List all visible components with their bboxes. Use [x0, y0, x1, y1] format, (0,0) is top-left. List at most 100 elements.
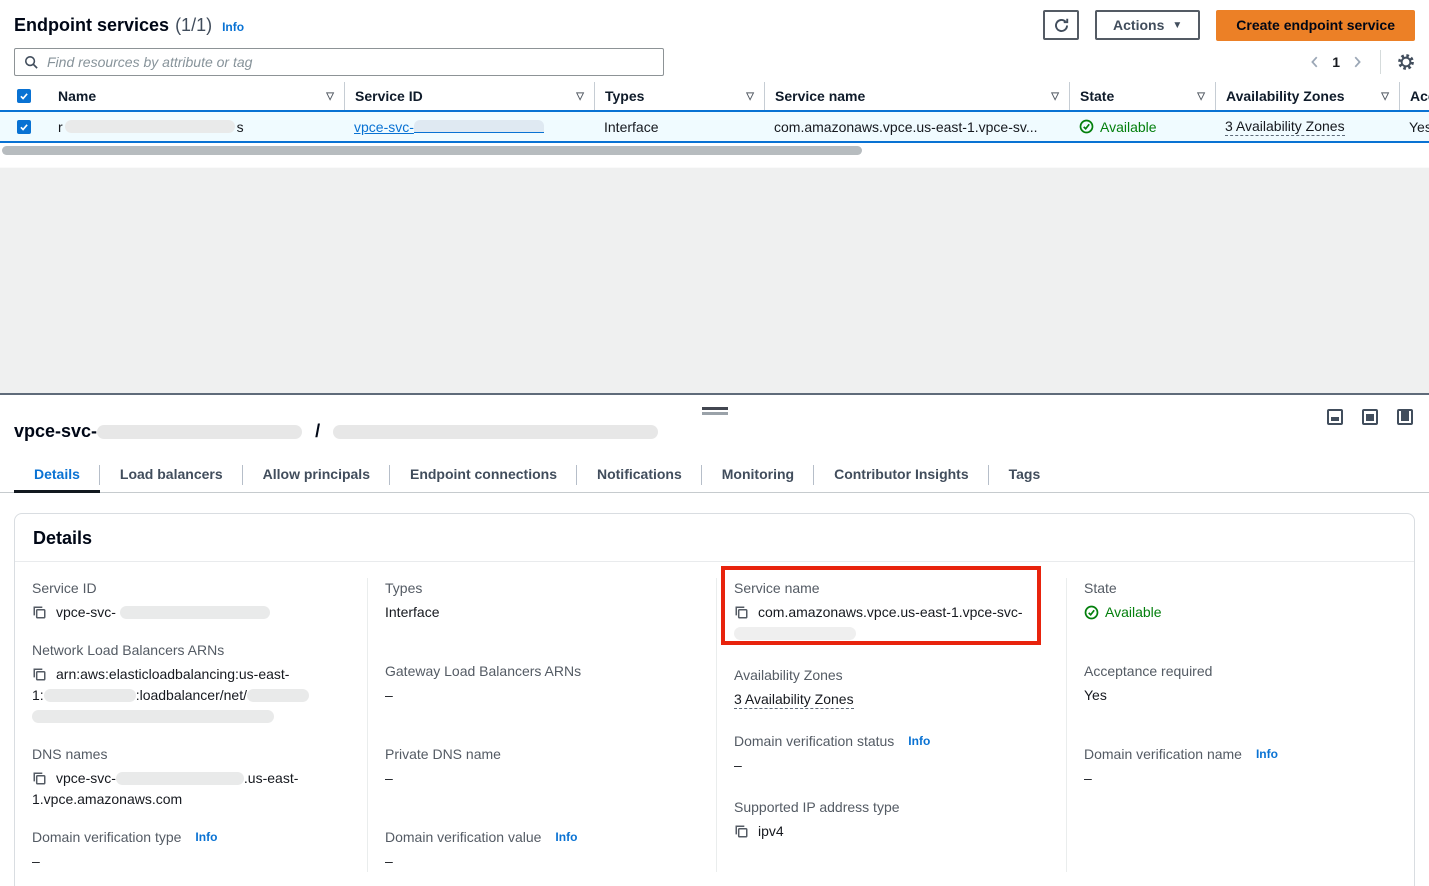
table-settings-button[interactable] [1397, 53, 1415, 71]
panel-size-controls [1327, 409, 1413, 425]
field-state: State Available [1084, 578, 1394, 623]
redacted-text [32, 710, 274, 723]
info-link[interactable]: Info [1256, 744, 1278, 765]
tab-monitoring[interactable]: Monitoring [702, 456, 814, 492]
table-row[interactable]: r s vpce-svc- Interface com.amazonaws.vp… [0, 110, 1429, 143]
copy-icon[interactable] [32, 605, 47, 620]
redacted-text [414, 120, 544, 133]
column-header-service-name[interactable]: Service name ▽ [764, 82, 1069, 110]
redacted-text [247, 689, 309, 702]
tab-notifications[interactable]: Notifications [577, 456, 702, 492]
status-available-icon [1084, 605, 1099, 620]
field-domain-verification-value: Domain verification value Info – [385, 827, 696, 872]
redacted-text [97, 425, 302, 439]
chevron-right-icon [1350, 55, 1364, 69]
tab-details[interactable]: Details [14, 456, 100, 492]
copy-icon[interactable] [32, 771, 47, 786]
tab-tags[interactable]: Tags [989, 456, 1061, 492]
column-header-acceptance-required[interactable]: Acceptance required [1399, 82, 1429, 110]
copy-icon[interactable] [734, 605, 749, 620]
service-id-link[interactable]: vpce-svc- [354, 119, 544, 135]
panel-medium-icon [1366, 414, 1374, 421]
cell-state: Available [1069, 119, 1215, 135]
panel-title-prefix: vpce-svc- [14, 421, 97, 441]
split-panel: vpce-svc- / Details Load balancers Allow… [0, 393, 1429, 886]
availability-zones-popover-trigger[interactable]: 3 Availability Zones [734, 691, 854, 709]
pagination-divider [1380, 50, 1381, 74]
filter-icon[interactable]: ▽ [746, 91, 754, 102]
table-header: Name ▽ Service ID ▽ Types ▽ Service name… [0, 82, 1429, 110]
tab-contributor-insights[interactable]: Contributor Insights [814, 456, 989, 492]
cell-name: r s [48, 119, 344, 135]
details-column-2: Types Interface Gateway Load Balancers A… [368, 578, 717, 872]
copy-icon[interactable] [734, 824, 749, 839]
panel-small-icon [1331, 417, 1339, 421]
content-background [0, 159, 1429, 393]
info-link[interactable]: Info [908, 731, 930, 752]
panel-maximize-icon [1401, 411, 1409, 421]
column-header-name[interactable]: Name ▽ [48, 82, 344, 110]
search-input[interactable] [47, 54, 654, 70]
search-icon [24, 55, 39, 70]
panel-size-large-button[interactable] [1397, 409, 1413, 425]
scrollbar-thumb[interactable] [2, 146, 862, 155]
field-domain-verification-name: Domain verification name Info – [1084, 744, 1394, 789]
caret-down-icon: ▼ [1172, 20, 1182, 31]
page-title: Endpoint services (1/1) Info [14, 15, 244, 36]
filter-icon[interactable]: ▽ [1051, 91, 1059, 102]
current-page-number[interactable]: 1 [1332, 54, 1340, 70]
row-checkbox[interactable] [17, 120, 31, 134]
info-link[interactable]: Info [195, 827, 217, 848]
copy-icon[interactable] [32, 667, 47, 682]
filter-icon[interactable]: ▽ [1381, 91, 1389, 102]
endpoint-services-page: Endpoint services (1/1) Info Actions ▼ C… [0, 0, 1429, 393]
filter-icon[interactable]: ▽ [326, 91, 334, 102]
panel-size-small-button[interactable] [1327, 409, 1343, 425]
tab-load-balancers[interactable]: Load balancers [100, 456, 243, 492]
state-text: Available [1105, 602, 1162, 623]
previous-page-button[interactable] [1308, 55, 1322, 69]
details-column-4: State Available Acceptance required Yes [1067, 578, 1414, 872]
refresh-button[interactable] [1043, 10, 1079, 40]
actions-button[interactable]: Actions ▼ [1095, 10, 1200, 40]
panel-drag-handle[interactable] [702, 407, 728, 415]
column-header-state[interactable]: State ▽ [1069, 82, 1215, 110]
column-header-types[interactable]: Types ▽ [594, 82, 764, 110]
header-actions: Actions ▼ Create endpoint service [1043, 10, 1415, 41]
column-header-service-id[interactable]: Service ID ▽ [344, 82, 594, 110]
field-availability-zones: Availability Zones 3 Availability Zones [734, 665, 1046, 710]
search-box[interactable] [14, 48, 664, 76]
details-column-1: Service ID vpce-svc- Network Load Balanc… [15, 578, 368, 872]
panel-size-medium-button[interactable] [1362, 409, 1378, 425]
cell-availability-zones: 3 Availability Zones [1215, 118, 1399, 136]
filter-icon[interactable]: ▽ [576, 91, 584, 102]
page-title-text: Endpoint services [14, 15, 169, 36]
select-all-checkbox[interactable] [17, 89, 31, 103]
column-header-availability-zones[interactable]: Availability Zones ▽ [1215, 82, 1399, 110]
pagination: 1 [1308, 50, 1415, 74]
field-domain-verification-type: Domain verification type Info – [32, 827, 347, 872]
field-domain-verification-status: Domain verification status Info – [734, 731, 1046, 776]
field-glb-arns: Gateway Load Balancers ARNs – [385, 661, 696, 706]
field-types: Types Interface [385, 578, 696, 623]
details-column-3: Service name com.amazonaws.vpce.us-east-… [717, 578, 1067, 872]
next-page-button[interactable] [1350, 55, 1364, 69]
tab-endpoint-connections[interactable]: Endpoint connections [390, 456, 577, 492]
tab-bar: Details Load balancers Allow principals … [0, 456, 1429, 493]
availability-zones-popover-trigger[interactable]: 3 Availability Zones [1225, 118, 1345, 136]
field-service-id: Service ID vpce-svc- [32, 578, 347, 623]
tab-allow-principals[interactable]: Allow principals [243, 456, 390, 492]
info-link[interactable]: Info [555, 827, 577, 848]
info-link[interactable]: Info [222, 20, 244, 34]
redacted-text [734, 627, 856, 640]
field-supported-ip-address-type: Supported IP address type ipv4 [734, 797, 1046, 842]
filter-icon[interactable]: ▽ [1197, 91, 1205, 102]
field-nlb-arns: Network Load Balancers ARNs arn:aws:elas… [32, 640, 347, 727]
status-available-icon [1079, 119, 1094, 134]
field-service-name: Service name com.amazonaws.vpce.us-east-… [734, 578, 1046, 644]
state-text: Available [1100, 119, 1157, 135]
actions-button-label: Actions [1113, 17, 1164, 33]
select-all-cell [0, 82, 48, 110]
create-endpoint-service-button[interactable]: Create endpoint service [1216, 10, 1415, 41]
gear-icon [1397, 53, 1415, 71]
